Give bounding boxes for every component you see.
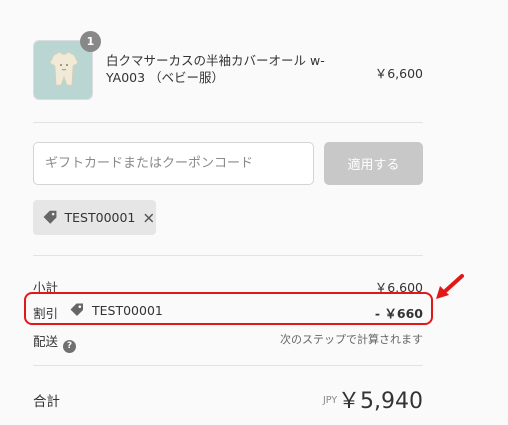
applied-discount-code: TEST00001 — [64, 210, 136, 225]
total-value: ￥5,940 — [338, 389, 423, 414]
divider — [33, 122, 423, 123]
help-icon[interactable]: ? — [63, 340, 77, 353]
currency-code: JPY — [323, 395, 338, 406]
quantity-badge: 1 — [80, 31, 101, 52]
discount-value: - ￥660 — [374, 306, 423, 321]
close-icon[interactable] — [142, 211, 156, 225]
apply-button[interactable]: 適用する — [324, 142, 423, 185]
divider — [33, 255, 423, 256]
shipping-row: 配送? 次のステップで計算されます — [33, 331, 423, 353]
product-price: ￥6,600 — [374, 66, 423, 81]
line-item: 1 白クマサーカスの半袖カバーオール w-YA003 （ベビー服） ￥6,600 — [33, 31, 423, 100]
product-thumbnail-wrapper: 1 — [33, 31, 101, 100]
discount-label: 割引 — [33, 306, 59, 321]
tag-icon — [70, 303, 83, 316]
shipping-label: 配送 — [33, 334, 59, 349]
discount-code: TEST00001 — [92, 303, 163, 318]
arrow-icon — [436, 274, 464, 299]
product-name: 白クマサーカスの半袖カバーオール w-YA003 （ベビー服） — [106, 53, 325, 85]
discount-code-input[interactable] — [33, 142, 314, 185]
applied-discount-chip: TEST00001 — [33, 200, 156, 235]
discount-row: 割引 TEST00001 - ￥660 — [33, 303, 423, 322]
divider — [33, 365, 423, 366]
tag-icon — [43, 210, 57, 224]
shipping-value: 次のステップで計算されます — [280, 333, 423, 346]
total-label: 合計 — [33, 394, 60, 410]
